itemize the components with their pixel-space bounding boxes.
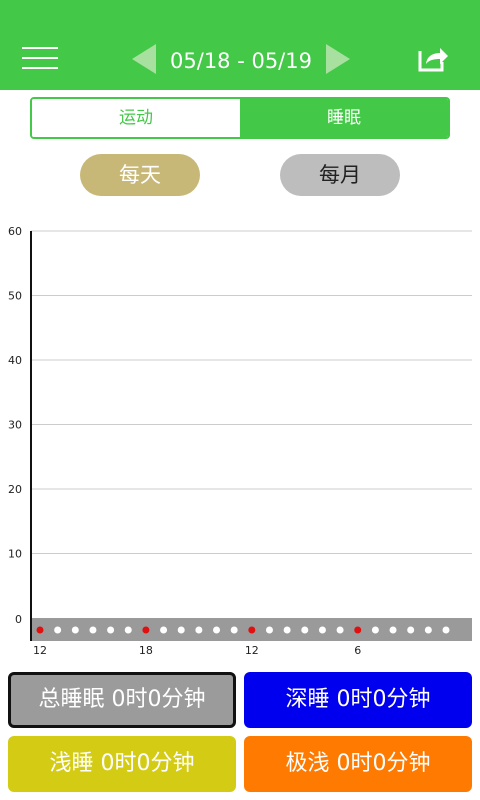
x-tick-label: 6 xyxy=(354,644,361,657)
y-tick-label: 50 xyxy=(8,290,22,303)
y-tick-label: 10 xyxy=(8,548,22,561)
total-sleep-button[interactable]: 总睡眠 0时0分钟 xyxy=(8,672,236,728)
timeline-dot xyxy=(124,626,132,634)
timeline-dot xyxy=(318,626,326,634)
timeline-dot xyxy=(71,626,79,634)
x-tick-label: 18 xyxy=(139,644,153,657)
timeline-dot xyxy=(89,626,97,634)
timeline-marker-dot xyxy=(248,626,256,634)
menu-icon[interactable] xyxy=(22,44,58,72)
y-tick-label: 40 xyxy=(8,354,22,367)
x-tick-label: 12 xyxy=(245,644,259,657)
timeline-dot xyxy=(336,626,344,634)
timeline-dot xyxy=(371,626,379,634)
timeline-dot xyxy=(424,626,432,634)
chevron-left-icon[interactable] xyxy=(128,42,158,76)
sleep-chart: 0 10 20 30 40 50 60 12 18 12 6 xyxy=(0,218,480,660)
timeline-dot xyxy=(160,626,168,634)
share-icon[interactable] xyxy=(417,45,449,73)
timeline-dot xyxy=(301,626,309,634)
date-range-label: 05/18 - 05/19 xyxy=(170,49,312,73)
light-sleep-button[interactable]: 浅睡 0时0分钟 xyxy=(8,736,236,792)
timeline-marker-dot xyxy=(36,626,44,634)
timeline-dot xyxy=(283,626,291,634)
timeline-dot xyxy=(195,626,203,634)
y-tick-label: 0 xyxy=(15,613,22,626)
ultra-light-sleep-button[interactable]: 极浅 0时0分钟 xyxy=(244,736,472,792)
deep-sleep-button[interactable]: 深睡 0时0分钟 xyxy=(244,672,472,728)
mode-tabs: 运动 睡眠 xyxy=(30,97,450,139)
timeline-dot xyxy=(177,626,185,634)
tab-sleep[interactable]: 睡眠 xyxy=(240,99,448,137)
timeline-dot xyxy=(407,626,415,634)
timeline-marker-dot xyxy=(142,626,150,634)
timeline-marker-dot xyxy=(354,626,362,634)
daily-button[interactable]: 每天 xyxy=(80,154,200,196)
timeline-dot xyxy=(389,626,397,634)
sleep-chart-svg: 0 10 20 30 40 50 60 12 18 12 6 xyxy=(8,225,472,657)
y-tick-label: 30 xyxy=(8,419,22,432)
timeline-dot xyxy=(54,626,62,634)
top-bar: 05/18 - 05/19 xyxy=(0,0,480,90)
timeline-dot xyxy=(107,626,115,634)
tab-exercise[interactable]: 运动 xyxy=(32,99,240,137)
timeline-dot xyxy=(230,626,238,634)
y-tick-label: 60 xyxy=(8,225,22,238)
x-tick-label: 12 xyxy=(33,644,47,657)
timeline-dot xyxy=(265,626,273,634)
timeline-dot xyxy=(213,626,221,634)
monthly-button[interactable]: 每月 xyxy=(280,154,400,196)
timeline-dot xyxy=(442,626,450,634)
chevron-right-icon[interactable] xyxy=(324,42,354,76)
y-tick-label: 20 xyxy=(8,483,22,496)
